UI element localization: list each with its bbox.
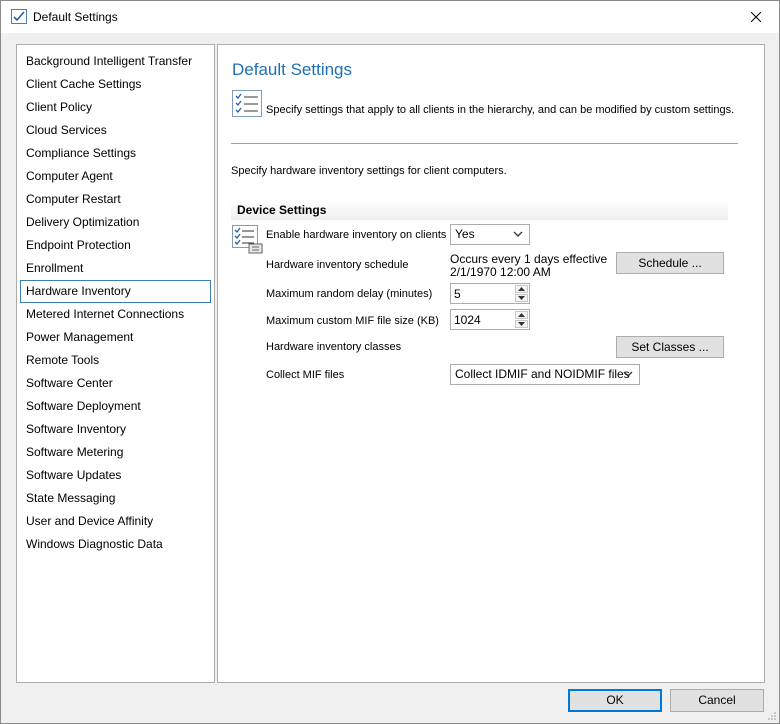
sidebar-item-computer-agent[interactable]: Computer Agent	[20, 165, 211, 188]
spin-down-icon	[518, 322, 525, 326]
sidebar-item-windows-diagnostic-data[interactable]: Windows Diagnostic Data	[20, 533, 211, 556]
inventory-classes-label: Hardware inventory classes	[266, 341, 402, 353]
sidebar-item-cloud-services[interactable]: Cloud Services	[20, 119, 211, 142]
spin-up-icon	[518, 313, 525, 317]
schedule-button[interactable]: Schedule ...	[616, 252, 724, 274]
random-delay-label: Maximum random delay (minutes)	[266, 288, 433, 300]
sidebar-item-remote-tools[interactable]: Remote Tools	[20, 349, 211, 372]
window-title: Default Settings	[33, 10, 118, 24]
ok-button[interactable]: OK	[568, 689, 662, 712]
cancel-button[interactable]: Cancel	[670, 689, 764, 712]
mif-size-stepper[interactable]	[450, 309, 530, 330]
random-delay-input[interactable]	[451, 284, 515, 303]
spin-up-button[interactable]	[515, 311, 528, 319]
divider	[231, 143, 738, 144]
spin-up-button[interactable]	[515, 285, 528, 293]
sidebar-item-client-policy[interactable]: Client Policy	[20, 96, 211, 119]
spin-down-icon	[518, 296, 525, 300]
set-classes-button[interactable]: Set Classes ...	[616, 336, 724, 358]
settings-nav-panel: Background Intelligent Transfer Client Ca…	[16, 44, 215, 683]
mif-size-label: Maximum custom MIF file size (KB)	[266, 315, 439, 327]
close-button[interactable]	[733, 1, 779, 33]
sidebar-item-client-cache-settings[interactable]: Client Cache Settings	[20, 73, 211, 96]
sidebar-item-software-center[interactable]: Software Center	[20, 372, 211, 395]
spin-down-button[interactable]	[515, 320, 528, 328]
sidebar-item-hardware-inventory[interactable]: Hardware Inventory	[20, 280, 211, 303]
sidebar-item-user-and-device-affinity[interactable]: User and Device Affinity	[20, 510, 211, 533]
resize-grip-icon[interactable]	[767, 711, 777, 721]
sidebar-item-compliance-settings[interactable]: Compliance Settings	[20, 142, 211, 165]
header-description: Specify settings that apply to all clien…	[266, 104, 735, 116]
spin-up-icon	[518, 287, 525, 291]
sidebar-item-software-deployment[interactable]: Software Deployment	[20, 395, 211, 418]
schedule-summary-line1: Occurs every 1 days effective	[450, 252, 608, 266]
schedule-label: Hardware inventory schedule	[266, 259, 409, 271]
checklist-icon	[11, 9, 27, 24]
collect-mif-label: Collect MIF files	[266, 369, 345, 381]
chevron-down-icon	[623, 371, 633, 377]
content-title: Default Settings	[232, 60, 353, 79]
schedule-summary-line2: 2/1/1970 12:00 AM	[450, 265, 551, 279]
sidebar-item-background-intelligent-transfer[interactable]: Background Intelligent Transfer	[20, 50, 211, 73]
sidebar-item-delivery-optimization[interactable]: Delivery Optimization	[20, 211, 211, 234]
mif-size-input[interactable]	[451, 310, 515, 329]
chevron-down-icon	[513, 231, 523, 237]
sidebar-item-software-metering[interactable]: Software Metering	[20, 441, 211, 464]
settings-nav-list: Background Intelligent Transfer Client Ca…	[20, 50, 211, 556]
sidebar-item-software-updates[interactable]: Software Updates	[20, 464, 211, 487]
sidebar-item-endpoint-protection[interactable]: Endpoint Protection	[20, 234, 211, 257]
close-icon	[751, 12, 761, 22]
mif-size-spin-buttons	[515, 311, 528, 328]
spin-down-button[interactable]	[515, 294, 528, 302]
enable-inventory-label: Enable hardware inventory on clients	[266, 229, 447, 241]
sidebar-item-state-messaging[interactable]: State Messaging	[20, 487, 211, 510]
dialog-window: Default Settings Background Intelligent …	[0, 0, 780, 724]
sidebar-item-metered-internet-connections[interactable]: Metered Internet Connections	[20, 303, 211, 326]
enable-inventory-value: Yes	[455, 227, 475, 241]
enable-inventory-dropdown[interactable]: Yes	[450, 224, 530, 245]
content-panel: Default Settings Specify settings that a…	[217, 44, 765, 683]
settings-list-icon	[232, 90, 262, 117]
collect-mif-value: Collect IDMIF and NOIDMIF files	[455, 367, 630, 381]
random-delay-spin-buttons	[515, 285, 528, 302]
sidebar-item-enrollment[interactable]: Enrollment	[20, 257, 211, 280]
device-settings-header: Device Settings	[231, 200, 728, 220]
collect-mif-dropdown[interactable]: Collect IDMIF and NOIDMIF files	[450, 364, 640, 385]
section-description: Specify hardware inventory settings for …	[231, 165, 507, 177]
settings-list-icon	[232, 225, 263, 254]
sidebar-item-computer-restart[interactable]: Computer Restart	[20, 188, 211, 211]
sidebar-item-power-management[interactable]: Power Management	[20, 326, 211, 349]
title-bar: Default Settings	[1, 1, 779, 33]
sidebar-item-software-inventory[interactable]: Software Inventory	[20, 418, 211, 441]
random-delay-stepper[interactable]	[450, 283, 530, 304]
